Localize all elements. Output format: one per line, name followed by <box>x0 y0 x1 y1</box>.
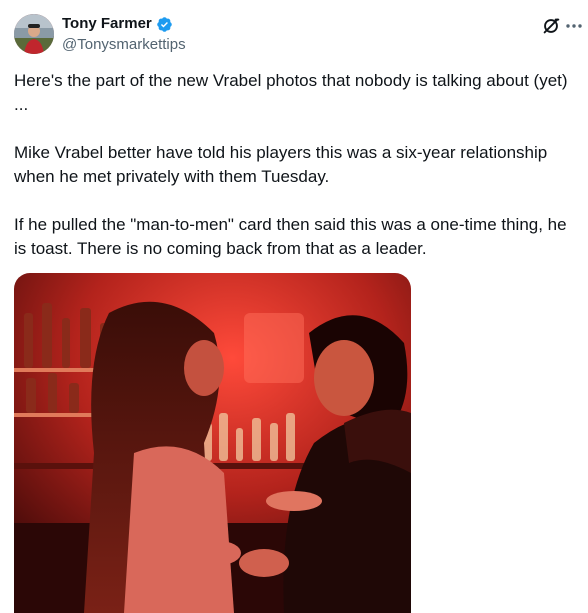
tweet-paragraph: Here's the part of the new Vrabel photos… <box>14 71 573 114</box>
more-options-icon[interactable] <box>564 15 584 37</box>
tweet-paragraph: Mike Vrabel better have told his players… <box>14 143 552 186</box>
author-handle[interactable]: @Tonysmarkettips <box>62 36 186 54</box>
author-name-row: Tony Farmer <box>62 15 173 33</box>
avatar-image <box>14 14 54 54</box>
avatar[interactable] <box>14 14 54 54</box>
grok-icon[interactable] <box>540 15 562 37</box>
tweet: Tony Farmer @Tonysmarkettips Here's the … <box>0 0 588 613</box>
tweet-photo[interactable] <box>14 273 411 613</box>
author-name[interactable]: Tony Farmer <box>62 15 152 33</box>
tweet-text: Here's the part of the new Vrabel photos… <box>14 69 574 285</box>
verified-badge-icon <box>156 16 173 33</box>
tweet-paragraph: If he pulled the "man-to-men" card then … <box>14 215 572 258</box>
photo-image <box>14 273 411 613</box>
